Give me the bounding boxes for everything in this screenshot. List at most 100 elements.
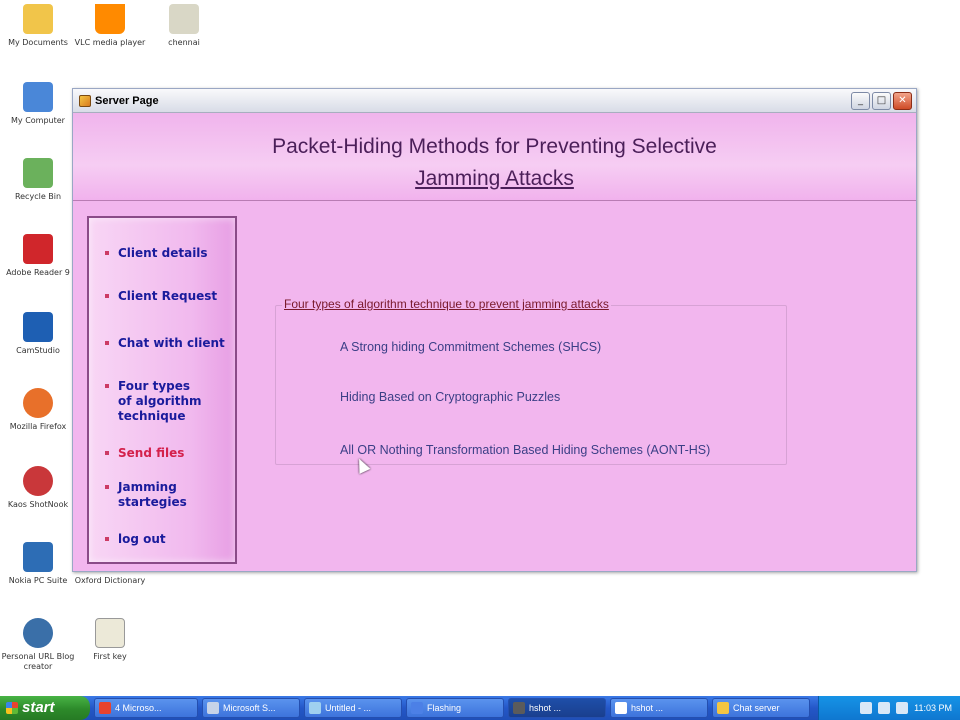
taskbar-button-microsoft-office[interactable]: 4 Microso... [94,698,198,718]
window-titlebar[interactable]: Server Page _ □ ✕ [73,89,916,113]
camstudio-icon [23,312,53,342]
taskbar-button-chat-server[interactable]: Chat server [712,698,810,718]
sidebar-item-label: Send files [118,446,185,460]
window-app-icon [411,702,423,714]
sidebar-item-send-files[interactable]: Send files [101,446,184,461]
desktop-icon-shotnook[interactable]: Kaos ShotNook [0,466,76,510]
desktop-icon-label: Personal URL Blog creator [1,652,75,671]
bullet-icon [105,384,109,388]
window-title: Server Page [95,94,159,107]
bullet-icon [105,341,109,345]
desktop-icon-label: My Documents [8,38,68,47]
pdf-icon [23,234,53,264]
maximize-button[interactable]: □ [872,91,891,110]
office-icon [99,702,111,714]
desktop-icon-label: Oxford Dictionary [74,576,146,585]
system-tray: 11:03 PM [818,696,960,720]
clock[interactable]: 11:03 PM [914,703,952,713]
algorithm-groupbox: Four types of algorithm technique to pre… [275,297,787,465]
desktop-icon-my-computer[interactable]: My Computer [0,82,76,126]
window-controls: _ □ ✕ [851,91,916,110]
page-header: Packet-Hiding Methods for Preventing Sel… [73,113,916,201]
start-button[interactable]: start [0,696,90,720]
globe-icon [23,618,53,648]
taskbar-button-label: Untitled - ... [325,703,372,713]
desktop-icon-label: Mozilla Firefox [9,422,67,431]
desktop-icon-camstudio[interactable]: CamStudio [0,312,76,356]
taskbar-button-label: 4 Microso... [115,703,162,713]
sql-server-icon [207,702,219,714]
computer-icon [23,82,53,112]
desktop-icon-firefox[interactable]: Mozilla Firefox [0,388,76,432]
server-page-window: Server Page _ □ ✕ Packet-Hiding Methods … [72,88,917,572]
network-icon[interactable] [878,702,891,714]
window-app-icon [513,702,525,714]
volume-icon[interactable] [896,702,909,714]
sidebar-item-label: Jamming startegies [118,480,187,509]
taskbar-button-label: hshot ... [631,703,664,713]
page-title-line1: Packet-Hiding Methods for Preventing Sel… [272,135,717,158]
taskbar-button-hshot-1[interactable]: hshot ... [508,698,606,718]
desktop-icon-recycle-bin[interactable]: Recycle Bin [0,158,76,202]
desktop-icon-first-key[interactable]: First key [72,618,148,662]
taskbar-button-microsoft-sql[interactable]: Microsoft S... [202,698,300,718]
sidebar-item-chat-with-client[interactable]: Chat with client [101,336,225,351]
desktop-icon-label: Kaos ShotNook [7,500,69,509]
desktop-icon-label: VLC media player [74,38,146,47]
desktop-icon-label: Nokia PC Suite [8,576,68,585]
sidebar-menu: Client details Client Request Chat with … [87,216,237,564]
algorithm-option-cryptographic-puzzles[interactable]: Hiding Based on Cryptographic Puzzles [340,390,560,404]
text-file-icon [95,618,125,648]
start-label: start [22,699,55,716]
desktop-icon-chennai[interactable]: chennai [146,4,222,48]
taskbar-button-hshot-2[interactable]: hshot ... [610,698,708,718]
window-app-icon [615,702,627,714]
recycle-bin-icon [23,158,53,188]
close-button[interactable]: ✕ [893,91,912,110]
bullet-icon [105,294,109,298]
taskbar-button-label: Flashing [427,703,462,713]
page-title-line2: Jamming Attacks [415,167,574,190]
sidebar-item-client-details[interactable]: Client details [101,246,208,261]
app-window-icon [79,94,91,107]
desktop-icon-vlc[interactable]: VLC media player [72,4,148,48]
desktop-icon-label: First key [93,652,127,661]
sidebar-item-label: log out [118,532,166,546]
taskbar-button-untitled[interactable]: Untitled - ... [304,698,402,718]
sidebar-item-client-request[interactable]: Client Request [101,289,217,304]
minimize-button[interactable]: _ [851,91,870,110]
desktop-icon-nokia-pc-suite[interactable]: Nokia PC Suite [0,542,76,586]
sidebar-item-four-types-algorithm[interactable]: Four types of algorithm technique [101,379,202,424]
sidebar-item-log-out[interactable]: log out [101,532,166,547]
algorithm-option-shcs[interactable]: A Strong hiding Commitment Schemes (SHCS… [340,340,601,354]
firefox-icon [23,388,53,418]
visual-studio-icon [309,702,321,714]
windows-logo-icon [6,702,18,714]
help-icon[interactable] [860,702,873,714]
sidebar-item-label: Client details [118,246,208,260]
folder-icon [23,4,53,34]
nokia-icon [23,542,53,572]
sidebar-item-jamming-strategies[interactable]: Jamming startegies [101,480,187,510]
vlc-cone-icon [95,4,125,34]
document-icon [169,4,199,34]
bullet-icon [105,537,109,541]
desktop-icon-my-documents[interactable]: My Documents [0,4,76,48]
taskbar-button-label: Microsoft S... [223,703,276,713]
chat-server-icon [717,702,729,714]
bullet-icon [105,485,109,489]
algorithm-option-aont-hs[interactable]: All OR Nothing Transformation Based Hidi… [340,443,710,457]
desktop-icon-label: chennai [168,38,200,47]
taskbar-button-flashing[interactable]: Flashing [406,698,504,718]
sidebar-item-label: Four types of algorithm technique [118,379,202,423]
sidebar-item-label: Client Request [118,289,218,303]
desktop-icon-url-blog[interactable]: Personal URL Blog creator [0,618,76,672]
desktop-icon-label: Adobe Reader 9 [6,268,70,277]
sidebar-item-label: Chat with client [118,336,225,350]
desktop-icon-label: My Computer [11,116,65,125]
desktop-icon-label: CamStudio [16,346,60,355]
taskbar: start 4 Microso... Microsoft S... Untitl… [0,696,960,720]
desktop-icon-adobe-reader[interactable]: Adobe Reader 9 [0,234,76,278]
app-shortcut-icon [23,466,53,496]
desktop-icon-label: Recycle Bin [14,192,62,201]
